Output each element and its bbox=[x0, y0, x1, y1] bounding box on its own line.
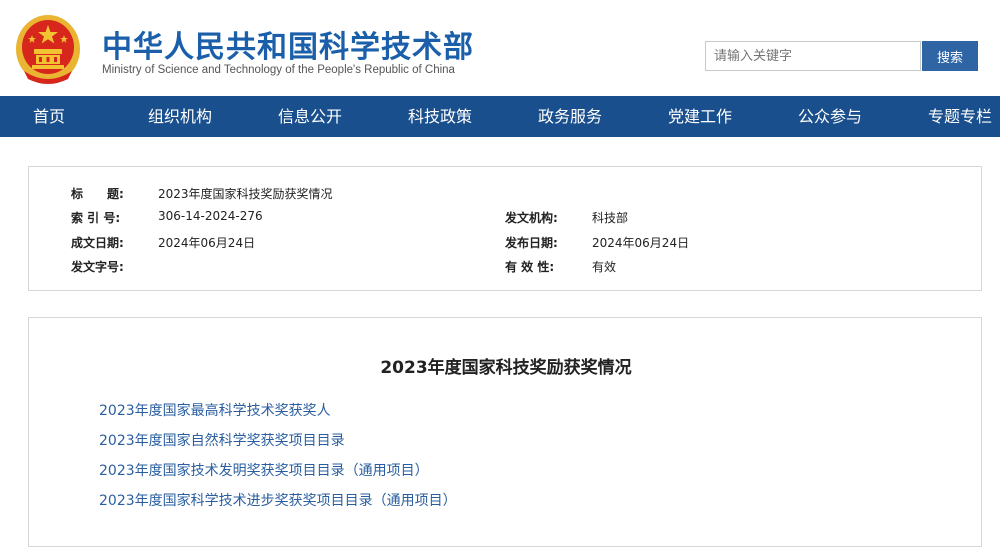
main-nav: 首页 组织机构 信息公开 科技政策 政务服务 党建工作 公众参与 专题专栏 bbox=[0, 96, 1000, 137]
article-link[interactable]: 2023年度国家技术发明奖获奖项目目录（通用项目） bbox=[99, 460, 429, 480]
nav-item-home[interactable]: 首页 bbox=[33, 96, 65, 137]
meta-created-value: 2024年06月24日 bbox=[158, 236, 256, 250]
article-title: 2023年度国家科技奖励获奖情况 bbox=[380, 358, 632, 378]
meta-published-value: 2024年06月24日 bbox=[592, 236, 690, 250]
meta-issuer-label: 发文机构: bbox=[505, 211, 558, 225]
meta-docno-label: 发文字号: bbox=[71, 260, 124, 274]
article-link[interactable]: 2023年度国家最高科学技术奖获奖人 bbox=[99, 400, 331, 420]
site-subtitle: Ministry of Science and Technology of th… bbox=[102, 64, 455, 76]
meta-title-value: 2023年度国家科技奖励获奖情况 bbox=[158, 187, 333, 201]
article-link[interactable]: 2023年度国家科学技术进步奖获奖项目目录（通用项目） bbox=[99, 490, 457, 510]
nav-item-organization[interactable]: 组织机构 bbox=[148, 96, 212, 137]
meta-created-label: 成文日期: bbox=[71, 236, 124, 250]
nav-item-public[interactable]: 公众参与 bbox=[798, 96, 862, 137]
meta-index-value: 306-14-2024-276 bbox=[158, 209, 263, 223]
search-button[interactable]: 搜索 bbox=[922, 41, 978, 71]
nav-item-disclosure[interactable]: 信息公开 bbox=[278, 96, 342, 137]
nav-item-special[interactable]: 专题专栏 bbox=[928, 96, 992, 137]
meta-title-label: 标 题: bbox=[71, 187, 124, 201]
article-link[interactable]: 2023年度国家自然科学奖获奖项目目录 bbox=[99, 430, 345, 450]
meta-validity-label: 有 效 性: bbox=[505, 260, 555, 274]
article-body: 2023年度国家科技奖励获奖情况 2023年度国家最高科学技术奖获奖人 2023… bbox=[28, 317, 982, 547]
national-emblem-icon[interactable] bbox=[14, 13, 82, 85]
nav-item-services[interactable]: 政务服务 bbox=[538, 96, 602, 137]
meta-issuer-value: 科技部 bbox=[592, 211, 629, 225]
nav-item-party[interactable]: 党建工作 bbox=[668, 96, 732, 137]
site-header: 中华人民共和国科学技术部 Ministry of Science and Tec… bbox=[0, 0, 1000, 96]
meta-index-label: 索 引 号: bbox=[71, 211, 121, 225]
nav-item-policy[interactable]: 科技政策 bbox=[408, 96, 472, 137]
meta-published-label: 发布日期: bbox=[505, 236, 558, 250]
document-metadata: 标 题: 2023年度国家科技奖励获奖情况 索 引 号: 306-14-2024… bbox=[28, 166, 982, 291]
search-input[interactable] bbox=[705, 41, 921, 71]
meta-validity-value: 有效 bbox=[592, 260, 617, 274]
site-title[interactable]: 中华人民共和国科学技术部 bbox=[102, 22, 474, 66]
